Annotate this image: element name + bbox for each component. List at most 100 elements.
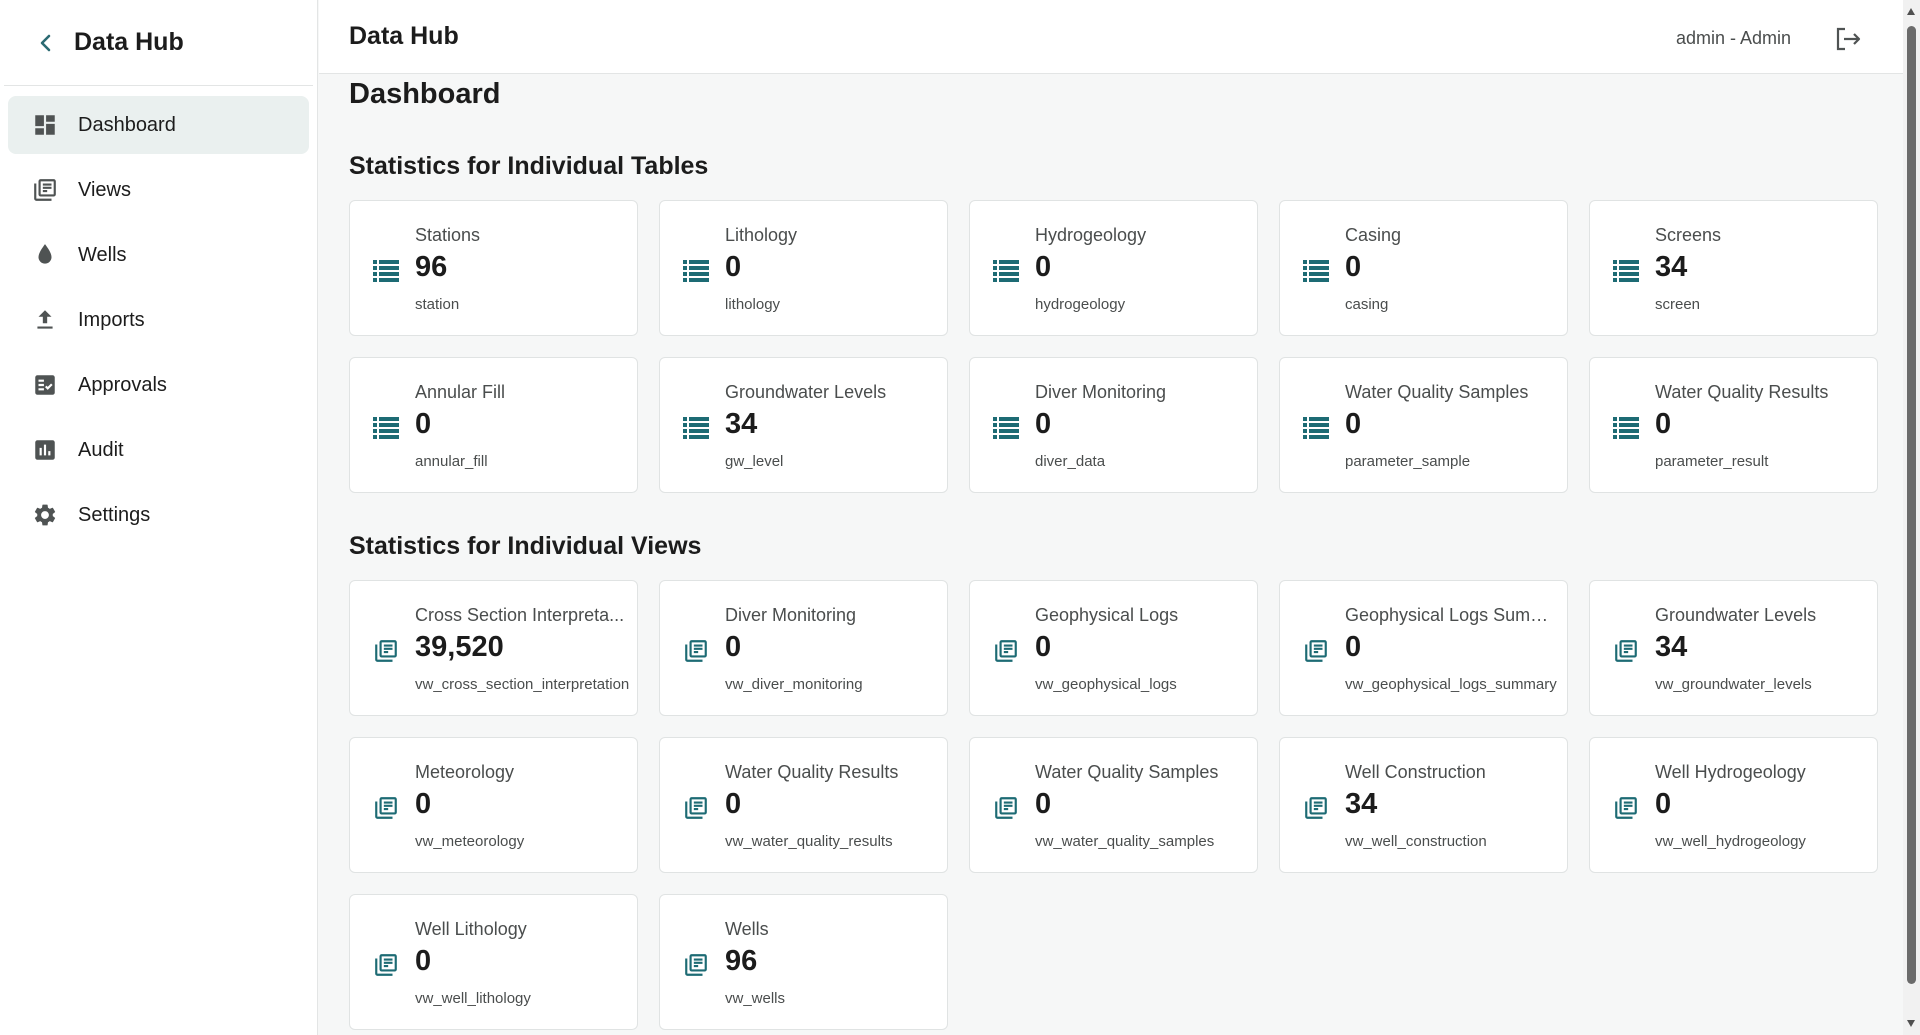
card-table-name: parameter_sample [1345, 453, 1471, 470]
view-stat-card[interactable]: Groundwater Levels 34 vw_groundwater_level… [1589, 580, 1878, 716]
table-rows-icon [372, 414, 400, 442]
card-value: 0 [415, 408, 432, 440]
card-view-name: vw_meteorology [415, 833, 525, 850]
card-value: 0 [1345, 251, 1362, 283]
table-stat-card[interactable]: Screens 34 screen [1589, 200, 1878, 336]
scroll-up-arrow[interactable] [1907, 8, 1915, 15]
scroll-down-arrow[interactable] [1907, 1020, 1915, 1027]
table-stat-card[interactable]: Water Quality Results 0 parameter_result [1589, 357, 1878, 493]
table-rows-icon [372, 257, 400, 285]
table-stat-card[interactable]: Annular Fill 0 annular_fill [349, 357, 638, 493]
view-stat-card[interactable]: Well Hydrogeology 0 vw_well_hydrogeology [1589, 737, 1878, 873]
table-stat-card[interactable]: Stations 96 station [349, 200, 638, 336]
card-value: 0 [1035, 788, 1052, 820]
card-value: 0 [725, 251, 742, 283]
table-rows-icon [682, 257, 710, 285]
sidebar-item-label: Approvals [78, 373, 167, 396]
table-rows-icon [1612, 257, 1640, 285]
sidebar-item-views[interactable]: Views [8, 161, 309, 219]
card-value: 0 [1035, 251, 1052, 283]
logout-button[interactable] [1833, 24, 1863, 54]
card-label: Water Quality Samples [1345, 382, 1529, 402]
card-value: 96 [415, 251, 448, 283]
card-table-name: screen [1655, 296, 1701, 313]
card-value: 0 [1035, 408, 1052, 440]
card-label: Well Hydrogeology [1655, 762, 1806, 782]
sidebar-item-imports[interactable]: Imports [8, 291, 309, 349]
views-icon [1302, 794, 1330, 822]
chevron-left-icon [40, 34, 51, 51]
views-icon [30, 175, 60, 205]
card-view-name: vw_groundwater_levels [1655, 676, 1812, 693]
topbar-title: Data Hub [349, 22, 459, 50]
card-view-name: vw_wells [725, 990, 786, 1007]
topbar: Data Hub admin - Admin [319, 0, 1903, 74]
card-label: Annular Fill [415, 382, 506, 402]
view-stat-card[interactable]: Well Construction 34 vw_well_construction [1279, 737, 1568, 873]
view-stat-card[interactable]: Well Lithology 0 vw_well_lithology [349, 894, 638, 1030]
sidebar-header: Data Hub [4, 0, 313, 86]
card-label: Stations [415, 225, 481, 245]
sidebar-item-audit[interactable]: Audit [8, 421, 309, 479]
views-icon [682, 794, 710, 822]
table-rows-icon [992, 414, 1020, 442]
card-label: Meteorology [415, 762, 515, 782]
table-rows-icon [1302, 414, 1330, 442]
view-stat-card[interactable]: Cross Section Interpreta... 39,520 vw_cros… [349, 580, 638, 716]
view-stat-card[interactable]: Wells 96 vw_wells [659, 894, 948, 1030]
card-table-name: casing [1345, 296, 1389, 313]
tables-grid: Stations 96 station Lithology 0 lithology Hy… [349, 200, 1878, 493]
table-rows-icon [992, 257, 1020, 285]
card-value: 0 [725, 788, 742, 820]
table-rows-icon [682, 414, 710, 442]
views-icon [682, 951, 710, 979]
sidebar-item-dashboard[interactable]: Dashboard [8, 96, 309, 154]
approval-icon [30, 370, 60, 400]
bar-chart-icon [30, 435, 60, 465]
card-view-name: vw_cross_section_interpretation [415, 676, 630, 693]
sidebar-item-settings[interactable]: Settings [8, 486, 309, 544]
table-stat-card[interactable]: Hydrogeology 0 hydrogeology [969, 200, 1258, 336]
table-stat-card[interactable]: Water Quality Samples 0 parameter_sample [1279, 357, 1568, 493]
view-stat-card[interactable]: Geophysical Logs 0 vw_geophysical_logs [969, 580, 1258, 716]
table-stat-card[interactable]: Diver Monitoring 0 diver_data [969, 357, 1258, 493]
views-grid: Cross Section Interpreta... 39,520 vw_cros… [349, 580, 1878, 1030]
views-icon [372, 794, 400, 822]
page-scrollbar[interactable] [1903, 0, 1920, 1035]
view-stat-card[interactable]: Meteorology 0 vw_meteorology [349, 737, 638, 873]
table-stat-card[interactable]: Casing 0 casing [1279, 200, 1568, 336]
card-label: Water Quality Samples [1035, 762, 1219, 782]
view-stat-card[interactable]: Water Quality Results 0 vw_water_quality_r… [659, 737, 948, 873]
card-table-name: hydrogeology [1035, 296, 1126, 313]
sidebar-item-label: Dashboard [78, 113, 176, 136]
card-value: 0 [725, 631, 742, 663]
card-value: 0 [415, 788, 432, 820]
table-rows-icon [1612, 414, 1640, 442]
sidebar-item-approvals[interactable]: Approvals [8, 356, 309, 414]
card-value: 34 [1345, 788, 1378, 820]
card-label: Geophysical Logs Summ... [1345, 605, 1557, 625]
user-label: admin - Admin [1675, 28, 1791, 48]
views-icon [1612, 794, 1640, 822]
card-table-name: gw_level [725, 453, 784, 470]
scroll-thumb[interactable] [1907, 26, 1916, 984]
dashboard-icon [30, 110, 60, 140]
card-table-name: station [415, 296, 460, 313]
card-table-name: lithology [725, 296, 781, 313]
card-label: Water Quality Results [1655, 382, 1829, 402]
card-value: 34 [1655, 251, 1688, 283]
back-button[interactable] [34, 31, 58, 55]
view-stat-card[interactable]: Water Quality Samples 0 vw_water_quality_s… [969, 737, 1258, 873]
view-stat-card[interactable]: Diver Monitoring 0 vw_diver_monitoring [659, 580, 948, 716]
sidebar-item-wells[interactable]: Wells [8, 226, 309, 284]
sidebar-nav: Dashboard Views Wells Imports Approvals [0, 86, 317, 561]
view-stat-card[interactable]: Geophysical Logs Summ... 0 vw_geophysical_… [1279, 580, 1568, 716]
card-table-name: annular_fill [415, 453, 488, 470]
card-view-name: vw_well_construction [1345, 833, 1487, 850]
card-value: 96 [725, 945, 758, 977]
sidebar: Data Hub Dashboard Views Wells Imports A… [0, 0, 318, 1035]
views-icon [372, 951, 400, 979]
table-stat-card[interactable]: Lithology 0 lithology [659, 200, 948, 336]
card-label: Water Quality Results [725, 762, 899, 782]
table-stat-card[interactable]: Groundwater Levels 34 gw_level [659, 357, 948, 493]
